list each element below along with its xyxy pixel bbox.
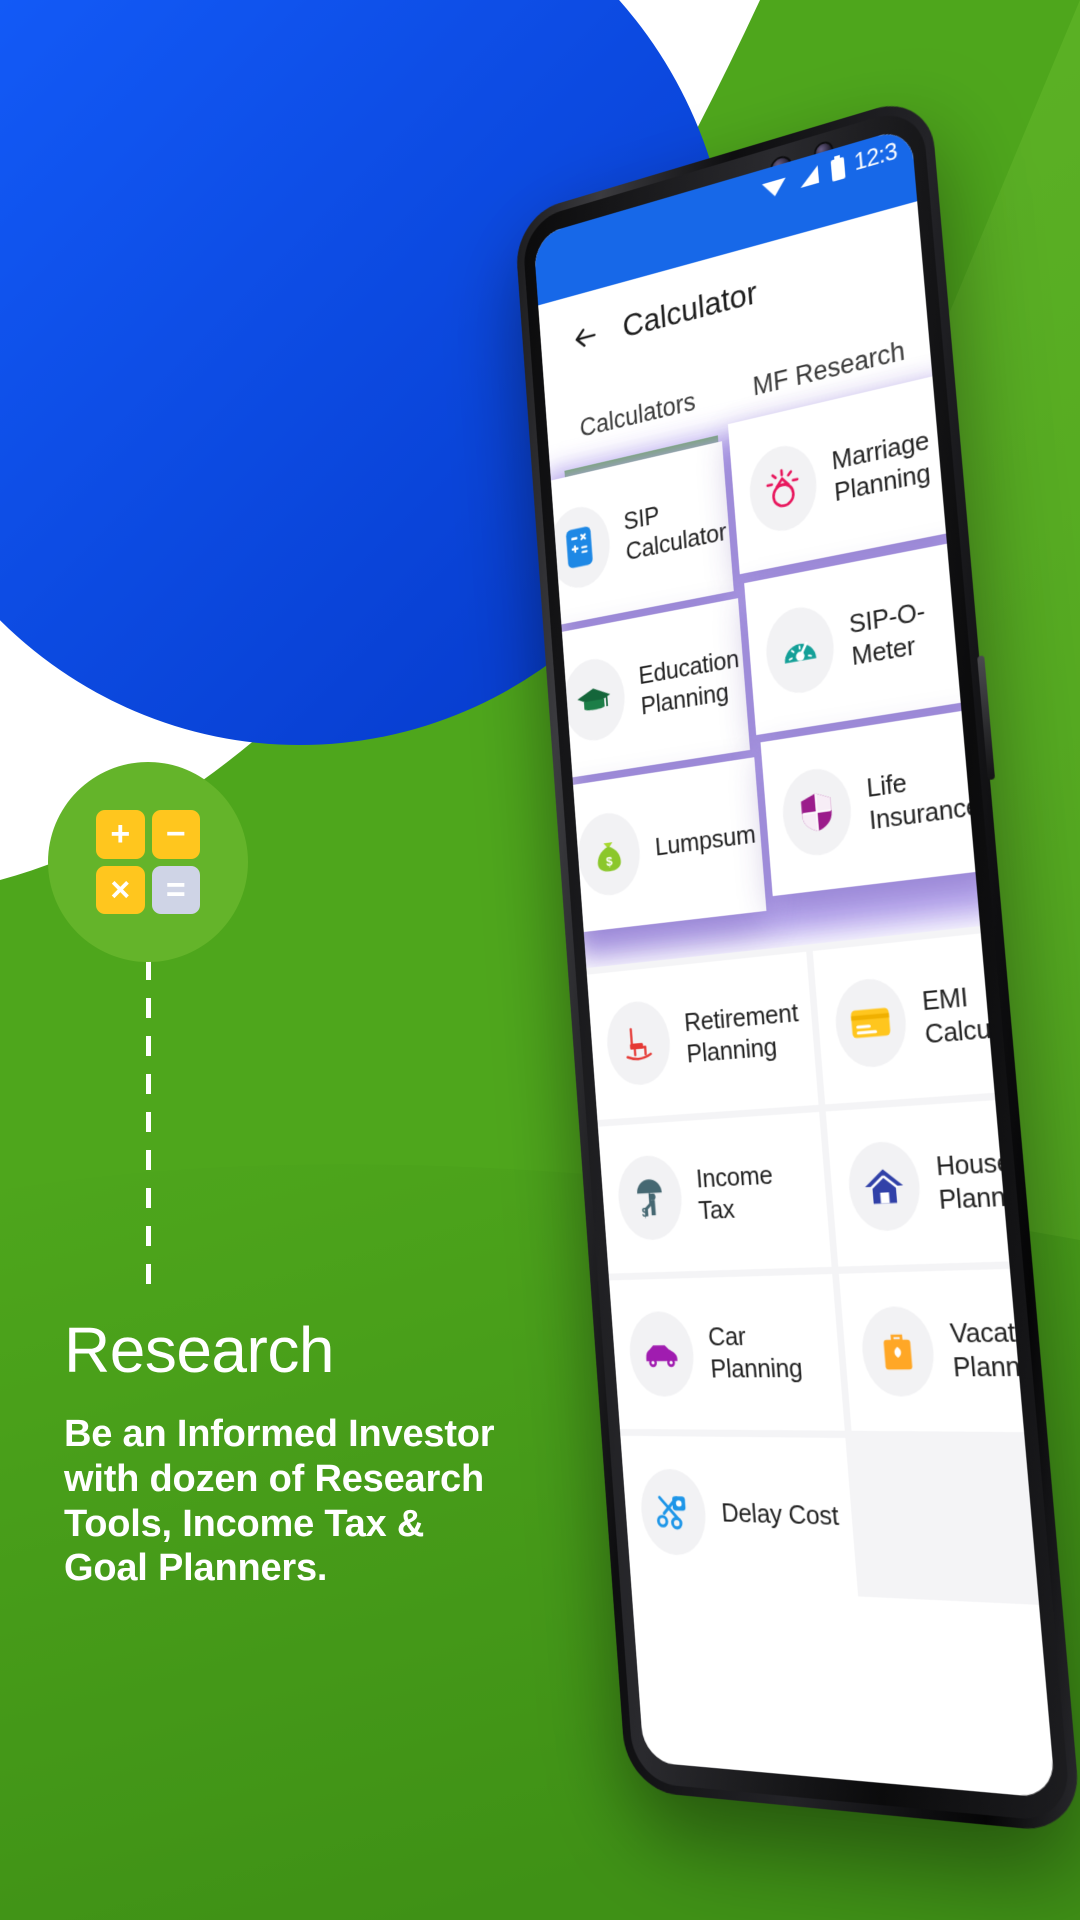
car-icon	[626, 1310, 697, 1397]
battery-icon	[830, 154, 846, 182]
tab-calculators-label: Calculators	[578, 386, 697, 443]
graduation-glyph	[576, 685, 613, 712]
status-time: 12:3	[853, 137, 899, 177]
card-delay-cost[interactable]: Delay Cost	[620, 1435, 859, 1597]
card-education-planning-label: Education Planning	[637, 643, 741, 721]
card-car-planning[interactable]: Car Planning	[609, 1274, 845, 1431]
house-glyph	[863, 1168, 905, 1205]
speedometer-icon	[763, 601, 837, 699]
car-glyph	[645, 1345, 678, 1368]
card-lumpsum[interactable]: $ Lumpsum	[558, 757, 767, 934]
rocking-chair-glyph	[620, 1021, 658, 1065]
speedometer-glyph	[783, 627, 817, 664]
equals-icon: =	[151, 865, 200, 914]
calculator-grid-lower: Retirement Planning EMI Calculator $ Inc…	[586, 926, 1056, 1609]
umbrella-glyph: $	[636, 1178, 662, 1220]
page-title: Calculator	[621, 273, 759, 345]
card-lumpsum-label: Lumpsum	[653, 818, 757, 862]
umbrella-icon: $	[615, 1153, 685, 1242]
money-bag-icon: $	[575, 808, 643, 899]
grid-cell-empty	[852, 1438, 1056, 1609]
ring-glyph	[763, 462, 803, 515]
card-income-tax-label: Income Tax	[695, 1159, 774, 1226]
card-retirement-planning-label: Retirement Planning	[683, 997, 800, 1069]
dashed-connector	[146, 960, 151, 1300]
credit-card-glyph	[850, 1007, 891, 1039]
card-sip-calculator-label: SIP Calculator	[622, 500, 728, 566]
card-car-planning-label: Car Planning	[707, 1321, 804, 1384]
rocking-chair-icon	[604, 998, 673, 1088]
promo-copy: Research Be an Informed Investor with do…	[64, 1318, 504, 1591]
card-income-tax[interactable]: $ Income Tax	[597, 1111, 832, 1274]
house-icon	[845, 1139, 924, 1233]
scissors-icon	[638, 1468, 709, 1557]
shield-icon	[779, 764, 855, 860]
calculator-badge-grid: + − × =	[96, 810, 200, 914]
svg-text:$: $	[605, 853, 613, 869]
card-sip-o-meter-label: SIP-O-Meter	[847, 595, 927, 672]
promo-body: Be an Informed Investor with dozen of Re…	[64, 1413, 495, 1590]
scissors-glyph	[655, 1493, 692, 1532]
suitcase-glyph	[883, 1328, 913, 1370]
credit-card-icon	[832, 975, 910, 1070]
minus-icon: −	[151, 810, 200, 859]
card-life-insurance-label: Life Insurance	[865, 767, 982, 836]
back-arrow-icon[interactable]	[570, 318, 601, 357]
calculator-glyph	[565, 525, 593, 569]
promo-heading: Research	[64, 1314, 334, 1386]
money-bag-glyph: $	[596, 842, 622, 873]
calculator-badge: + − × =	[48, 762, 248, 962]
wifi-icon	[762, 177, 788, 200]
plus-icon: +	[96, 810, 145, 859]
shield-glyph	[797, 788, 836, 837]
multiply-icon: ×	[96, 865, 145, 914]
graduation-icon	[560, 653, 628, 746]
card-retirement-planning[interactable]: Retirement Planning	[586, 951, 819, 1121]
suitcase-icon	[859, 1305, 938, 1397]
card-delay-cost-label: Delay Cost	[720, 1497, 840, 1532]
ring-icon	[746, 439, 820, 538]
signal-icon	[799, 165, 820, 188]
card-marriage-planning-label: Marriage Planning	[830, 424, 932, 508]
